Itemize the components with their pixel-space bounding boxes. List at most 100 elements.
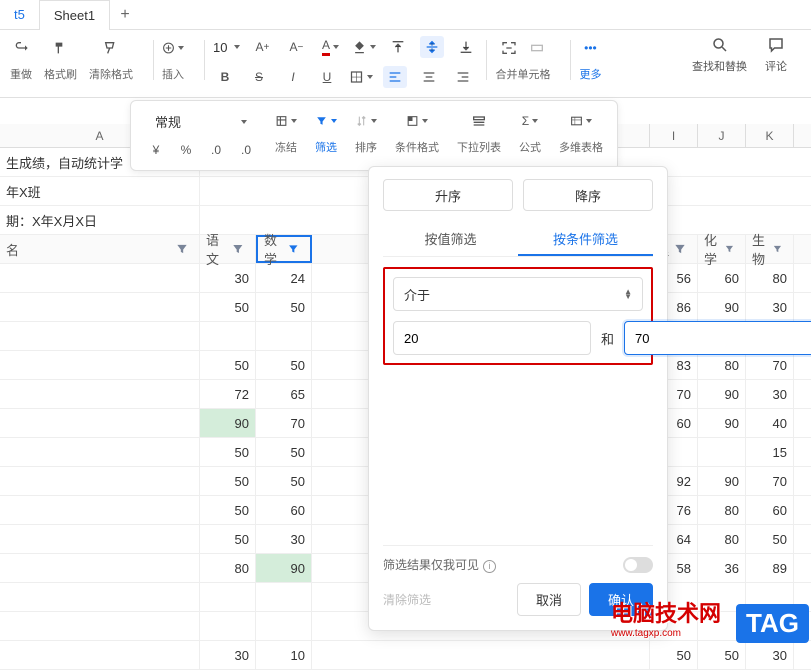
currency-icon[interactable]: ¥ — [145, 139, 167, 161]
font-color-icon[interactable]: A — [318, 36, 342, 58]
fill-color-icon[interactable] — [352, 36, 376, 58]
cell-chemistry[interactable]: 90 — [698, 293, 746, 321]
multidim-icon[interactable] — [570, 110, 592, 132]
col-header-K[interactable]: K — [746, 124, 794, 147]
cell-math[interactable] — [256, 322, 312, 350]
valign-bottom-icon[interactable] — [454, 36, 478, 58]
cell-chemistry[interactable]: 60 — [698, 264, 746, 292]
visible-only-toggle[interactable] — [623, 557, 653, 573]
filter-chip-icon[interactable] — [772, 242, 783, 256]
freeze-icon[interactable] — [275, 110, 297, 132]
cell-chemistry[interactable]: 80 — [698, 496, 746, 524]
align-right-icon[interactable] — [451, 66, 475, 88]
cell-chinese[interactable]: 90 — [200, 409, 256, 437]
cell-biology[interactable]: 30 — [746, 641, 794, 669]
table-row[interactable]: 3010505030 — [0, 641, 811, 670]
cell-chinese[interactable]: 50 — [200, 496, 256, 524]
filter-tab-by-condition[interactable]: 按条件筛选 — [518, 223, 653, 256]
cell-chemistry[interactable]: 36 — [698, 554, 746, 582]
cond-format-icon[interactable] — [406, 110, 428, 132]
cell-chinese[interactable] — [200, 583, 256, 611]
cell-math[interactable]: 24 — [256, 264, 312, 292]
clear-format-icon[interactable] — [100, 37, 122, 59]
valign-middle-icon[interactable] — [420, 36, 444, 58]
valign-top-icon[interactable] — [386, 36, 410, 58]
cell-math[interactable]: 50 — [256, 438, 312, 466]
filter-chip-icon[interactable] — [175, 242, 189, 256]
strike-icon[interactable]: S — [247, 66, 271, 88]
cell-chinese[interactable] — [200, 322, 256, 350]
filter-icon[interactable] — [315, 110, 337, 132]
cell-chemistry[interactable]: 90 — [698, 467, 746, 495]
filter-tab-by-value[interactable]: 按值筛选 — [383, 223, 518, 256]
cell-chemistry[interactable]: 80 — [698, 351, 746, 379]
align-left-icon[interactable] — [383, 66, 407, 88]
cell-biology[interactable]: 70 — [746, 351, 794, 379]
font-size-selector[interactable]: 10 — [213, 40, 240, 55]
cell-chemistry[interactable] — [698, 438, 746, 466]
formula-icon[interactable]: Σ — [519, 110, 541, 132]
merge-split-icon[interactable] — [498, 37, 520, 59]
comment-button[interactable]: 评论 — [765, 36, 787, 74]
clear-filter-link[interactable]: 清除筛选 — [383, 591, 431, 608]
cell-biology[interactable]: 30 — [746, 380, 794, 408]
cell-biology[interactable]: 70 — [746, 467, 794, 495]
cell-chinese[interactable]: 50 — [200, 438, 256, 466]
cell-math[interactable]: 10 — [256, 641, 312, 669]
col-header-I[interactable]: I — [650, 124, 698, 147]
cell-chinese[interactable]: 80 — [200, 554, 256, 582]
filter-chip-icon[interactable] — [724, 242, 735, 256]
cell-biology[interactable]: 30 — [746, 293, 794, 321]
cell-chinese[interactable] — [200, 612, 256, 640]
format-brush-icon[interactable] — [50, 37, 72, 59]
cell-chemistry[interactable]: 50 — [698, 641, 746, 669]
increase-decimal-icon[interactable]: .0 — [235, 139, 257, 161]
col-header-J[interactable]: J — [698, 124, 746, 147]
cell-math[interactable]: 60 — [256, 496, 312, 524]
sheet-tab-t5[interactable]: t5 — [0, 0, 39, 30]
filter-chip-icon[interactable] — [287, 242, 300, 256]
sort-desc-button[interactable]: 降序 — [523, 179, 653, 211]
cell-biology[interactable]: 40 — [746, 409, 794, 437]
cell-chemistry[interactable]: 90 — [698, 409, 746, 437]
cell-math[interactable]: 50 — [256, 467, 312, 495]
cell-math[interactable] — [256, 583, 312, 611]
condition-value-2-input[interactable] — [624, 321, 811, 355]
more-icon[interactable]: ••• — [579, 37, 601, 59]
cell-biology[interactable]: 15 — [746, 438, 794, 466]
font-size-increase-icon[interactable]: A+ — [250, 36, 274, 58]
cell-chinese[interactable]: 30 — [200, 641, 256, 669]
insert-icon[interactable] — [162, 37, 184, 59]
cell-biology[interactable]: 80 — [746, 264, 794, 292]
cell-biology[interactable]: 50 — [746, 525, 794, 553]
cell-physics[interactable]: 50 — [650, 641, 698, 669]
filter-chip-icon[interactable] — [673, 242, 687, 256]
cell-text[interactable]: 期：X年X月X日 — [0, 206, 200, 234]
cell-math[interactable]: 90 — [256, 554, 312, 582]
percent-icon[interactable]: % — [175, 139, 197, 161]
cancel-button[interactable]: 取消 — [517, 583, 581, 616]
cell-chemistry[interactable]: 80 — [698, 525, 746, 553]
italic-icon[interactable]: I — [281, 66, 305, 88]
sheet-tab-sheet1[interactable]: Sheet1 — [39, 0, 110, 30]
bold-icon[interactable]: B — [213, 66, 237, 88]
cell-math[interactable]: 50 — [256, 293, 312, 321]
cell-math[interactable] — [256, 612, 312, 640]
cell-chinese[interactable]: 50 — [200, 525, 256, 553]
add-sheet-button[interactable]: + — [110, 6, 140, 24]
sort-asc-button[interactable]: 升序 — [383, 179, 513, 211]
cell-chinese[interactable]: 72 — [200, 380, 256, 408]
dropdown-list-icon[interactable] — [468, 110, 490, 132]
cell-biology[interactable]: 60 — [746, 496, 794, 524]
cell-chinese[interactable]: 50 — [200, 293, 256, 321]
condition-value-1-input[interactable] — [393, 321, 591, 355]
cell-math[interactable]: 65 — [256, 380, 312, 408]
number-format-select[interactable]: 常规 — [146, 109, 256, 134]
underline-icon[interactable]: U — [315, 66, 339, 88]
border-icon[interactable] — [349, 66, 373, 88]
cell-chinese[interactable]: 50 — [200, 351, 256, 379]
cell-math[interactable]: 50 — [256, 351, 312, 379]
redo-icon[interactable] — [10, 37, 32, 59]
decrease-decimal-icon[interactable]: .0 — [205, 139, 227, 161]
condition-type-select[interactable]: 介于 ▲▼ — [393, 277, 643, 311]
